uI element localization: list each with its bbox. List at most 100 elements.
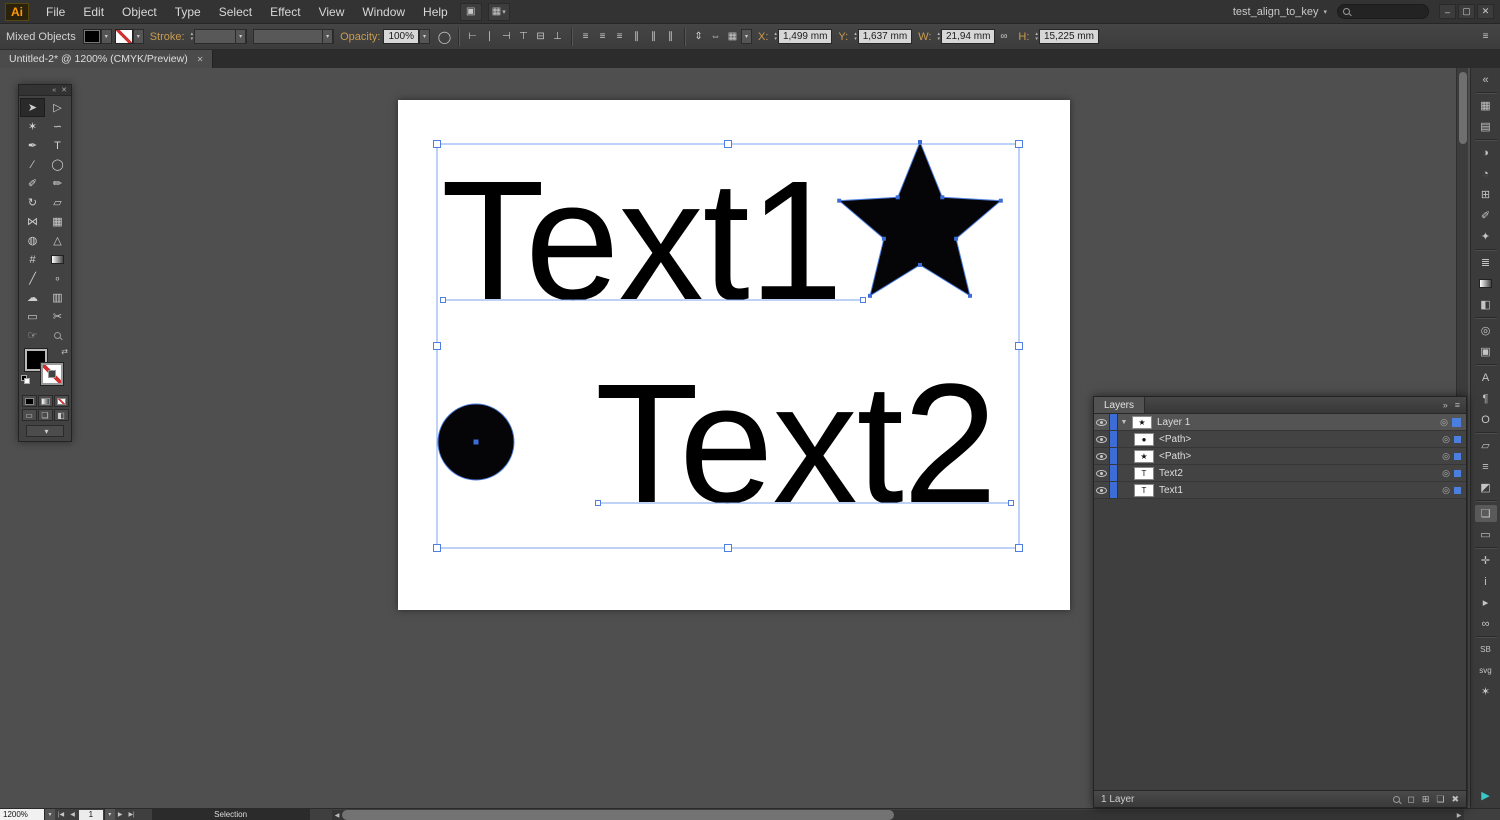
info-panel-icon[interactable]: i: [1475, 573, 1497, 590]
collapse-panel-icon[interactable]: »: [1443, 400, 1448, 410]
selection-indicator[interactable]: [1454, 453, 1461, 460]
target-icon[interactable]: ◎: [1442, 485, 1450, 496]
w-stepper[interactable]: ▴ ▾: [937, 32, 940, 42]
next-artboard-icon[interactable]: ▶: [115, 811, 126, 818]
ellipse-tool[interactable]: ◯: [45, 155, 70, 174]
zoom-level-field[interactable]: 1200%: [0, 809, 44, 820]
app-logo-icon[interactable]: Ai: [5, 3, 29, 21]
distribute-left-icon[interactable]: ∥: [628, 29, 645, 45]
gradient-button[interactable]: [38, 395, 53, 407]
gradient-panel-icon[interactable]: [1475, 275, 1497, 292]
layer-thumbnail[interactable]: T: [1134, 467, 1154, 480]
clipping-mask-icon[interactable]: ◻: [1407, 794, 1414, 805]
swatches-panel-icon[interactable]: ⊞: [1475, 186, 1497, 203]
selection-indicator[interactable]: [1454, 470, 1461, 477]
menu-object[interactable]: Object: [113, 5, 166, 19]
dock-grid-icon[interactable]: ▤: [1475, 118, 1497, 135]
align-panel-icon[interactable]: ≡: [1475, 458, 1497, 475]
vertical-scrollbar-thumb[interactable]: [1459, 72, 1467, 144]
zoom-dropdown-icon[interactable]: ▾: [44, 809, 55, 820]
menu-file[interactable]: File: [37, 5, 74, 19]
x-field[interactable]: 1,499 mm: [778, 29, 832, 44]
menu-view[interactable]: View: [310, 5, 354, 19]
color-panel-icon[interactable]: ◑: [1475, 144, 1497, 161]
swap-fill-stroke-icon[interactable]: ⇄: [61, 347, 68, 356]
distribute-right-icon[interactable]: ∥: [662, 29, 679, 45]
magic-wand-tool[interactable]: ✶: [20, 117, 45, 136]
distribute-top-icon[interactable]: ≡: [577, 29, 594, 45]
rotate-tool[interactable]: ↻: [20, 193, 45, 212]
layer-row[interactable]: ▼ ★ Layer 1 ◎: [1094, 414, 1466, 431]
align-to-dropdown-icon[interactable]: ▾: [741, 29, 752, 44]
transparency-panel-icon[interactable]: ◧: [1475, 296, 1497, 313]
gradient-tool[interactable]: [45, 250, 70, 269]
arrange-documents-icon[interactable]: ▦ ▾: [488, 3, 510, 21]
navigator-panel-icon[interactable]: ✛: [1475, 552, 1497, 569]
layer-thumbnail[interactable]: ★: [1132, 416, 1152, 429]
draw-inside-button[interactable]: ◧: [54, 409, 69, 421]
x-stepper[interactable]: ▴ ▾: [774, 32, 777, 42]
close-panel-icon[interactable]: ✕: [61, 86, 67, 94]
color-button[interactable]: [22, 395, 37, 407]
h-stepper[interactable]: ▴ ▾: [1035, 32, 1038, 42]
minimize-button[interactable]: –: [1439, 4, 1456, 19]
visibility-toggle[interactable]: [1094, 431, 1110, 447]
align-horizontal-left-icon[interactable]: ⊢: [464, 29, 481, 45]
align-vertical-top-icon[interactable]: ⊤: [515, 29, 532, 45]
layer-color-column[interactable]: [1110, 431, 1118, 447]
first-artboard-icon[interactable]: |◀: [55, 811, 67, 818]
column-graph-tool[interactable]: ▥: [45, 288, 70, 307]
layer-thumbnail[interactable]: ●: [1134, 433, 1154, 446]
layer-row[interactable]: ● <Path> ◎: [1094, 431, 1466, 448]
links-panel-icon[interactable]: ∞: [1475, 615, 1497, 632]
y-stepper[interactable]: ▴ ▾: [854, 32, 857, 42]
align-horizontal-right-icon[interactable]: ⊣: [498, 29, 515, 45]
scroll-right-icon[interactable]: ▶: [1454, 810, 1464, 820]
layer-name[interactable]: <Path>: [1159, 434, 1191, 445]
menu-window[interactable]: Window: [353, 5, 414, 19]
layer-row[interactable]: ★ <Path> ◎: [1094, 448, 1466, 465]
target-icon[interactable]: ◎: [1440, 417, 1448, 428]
stroke-color-swatch[interactable]: [41, 363, 63, 385]
new-layer-icon[interactable]: ❏: [1436, 794, 1444, 805]
color-guide-panel-icon[interactable]: ◔: [1475, 165, 1497, 182]
menu-type[interactable]: Type: [166, 5, 210, 19]
distribute-spacing-vertical-icon[interactable]: ⇕: [690, 29, 707, 45]
delete-layer-icon[interactable]: ✖: [1451, 794, 1459, 805]
stroke-weight-select[interactable]: ▾: [194, 29, 247, 44]
disclosure-triangle-icon[interactable]: ▼: [1118, 419, 1130, 426]
constrain-proportions-icon[interactable]: ∞: [995, 29, 1012, 45]
stroke-label[interactable]: Stroke:: [150, 31, 185, 43]
tab-close-icon[interactable]: ✕: [197, 55, 204, 64]
width-tool[interactable]: ⋈: [20, 212, 45, 231]
visibility-toggle[interactable]: [1094, 465, 1110, 481]
character-panel-icon[interactable]: A: [1475, 369, 1497, 386]
paintbrush-tool[interactable]: ✐: [20, 174, 45, 193]
layer-name[interactable]: Layer 1: [1157, 417, 1190, 428]
distribute-center-h-icon[interactable]: ∥: [645, 29, 662, 45]
align-to-selection-icon[interactable]: ▦: [724, 29, 741, 45]
search-input[interactable]: [1337, 4, 1429, 19]
layer-name[interactable]: <Path>: [1159, 451, 1191, 462]
brush-definition-select[interactable]: ▾: [253, 29, 334, 44]
selection-indicator[interactable]: [1452, 418, 1461, 427]
dock-arrange-icon[interactable]: ▦: [1475, 97, 1497, 114]
stroke-weight-stepper[interactable]: ▴ ▾: [191, 32, 194, 42]
y-field[interactable]: 1,637 mm: [858, 29, 912, 44]
star-panel-icon[interactable]: ✶: [1475, 683, 1497, 700]
distribute-bottom-icon[interactable]: ≡: [611, 29, 628, 45]
w-field[interactable]: 21,94 mm: [941, 29, 995, 44]
artboards-panel-icon[interactable]: ▭: [1475, 526, 1497, 543]
symbol-sprayer-tool[interactable]: ☁: [20, 288, 45, 307]
eyedropper-tool[interactable]: ╱: [20, 269, 45, 288]
artboard-dropdown-icon[interactable]: ▾: [104, 809, 115, 820]
zoom-tool[interactable]: [45, 326, 70, 345]
graphic-styles-panel-icon[interactable]: ▣: [1475, 343, 1497, 360]
last-artboard-icon[interactable]: ▶|: [125, 811, 137, 818]
new-sublayer-icon[interactable]: ⊞: [1422, 794, 1430, 805]
layer-thumbnail[interactable]: ★: [1134, 450, 1154, 463]
expand-panels-icon[interactable]: «: [1475, 71, 1497, 88]
direct-selection-tool[interactable]: ▷: [45, 98, 70, 117]
menu-help[interactable]: Help: [414, 5, 457, 19]
paragraph-panel-icon[interactable]: ¶: [1475, 390, 1497, 407]
